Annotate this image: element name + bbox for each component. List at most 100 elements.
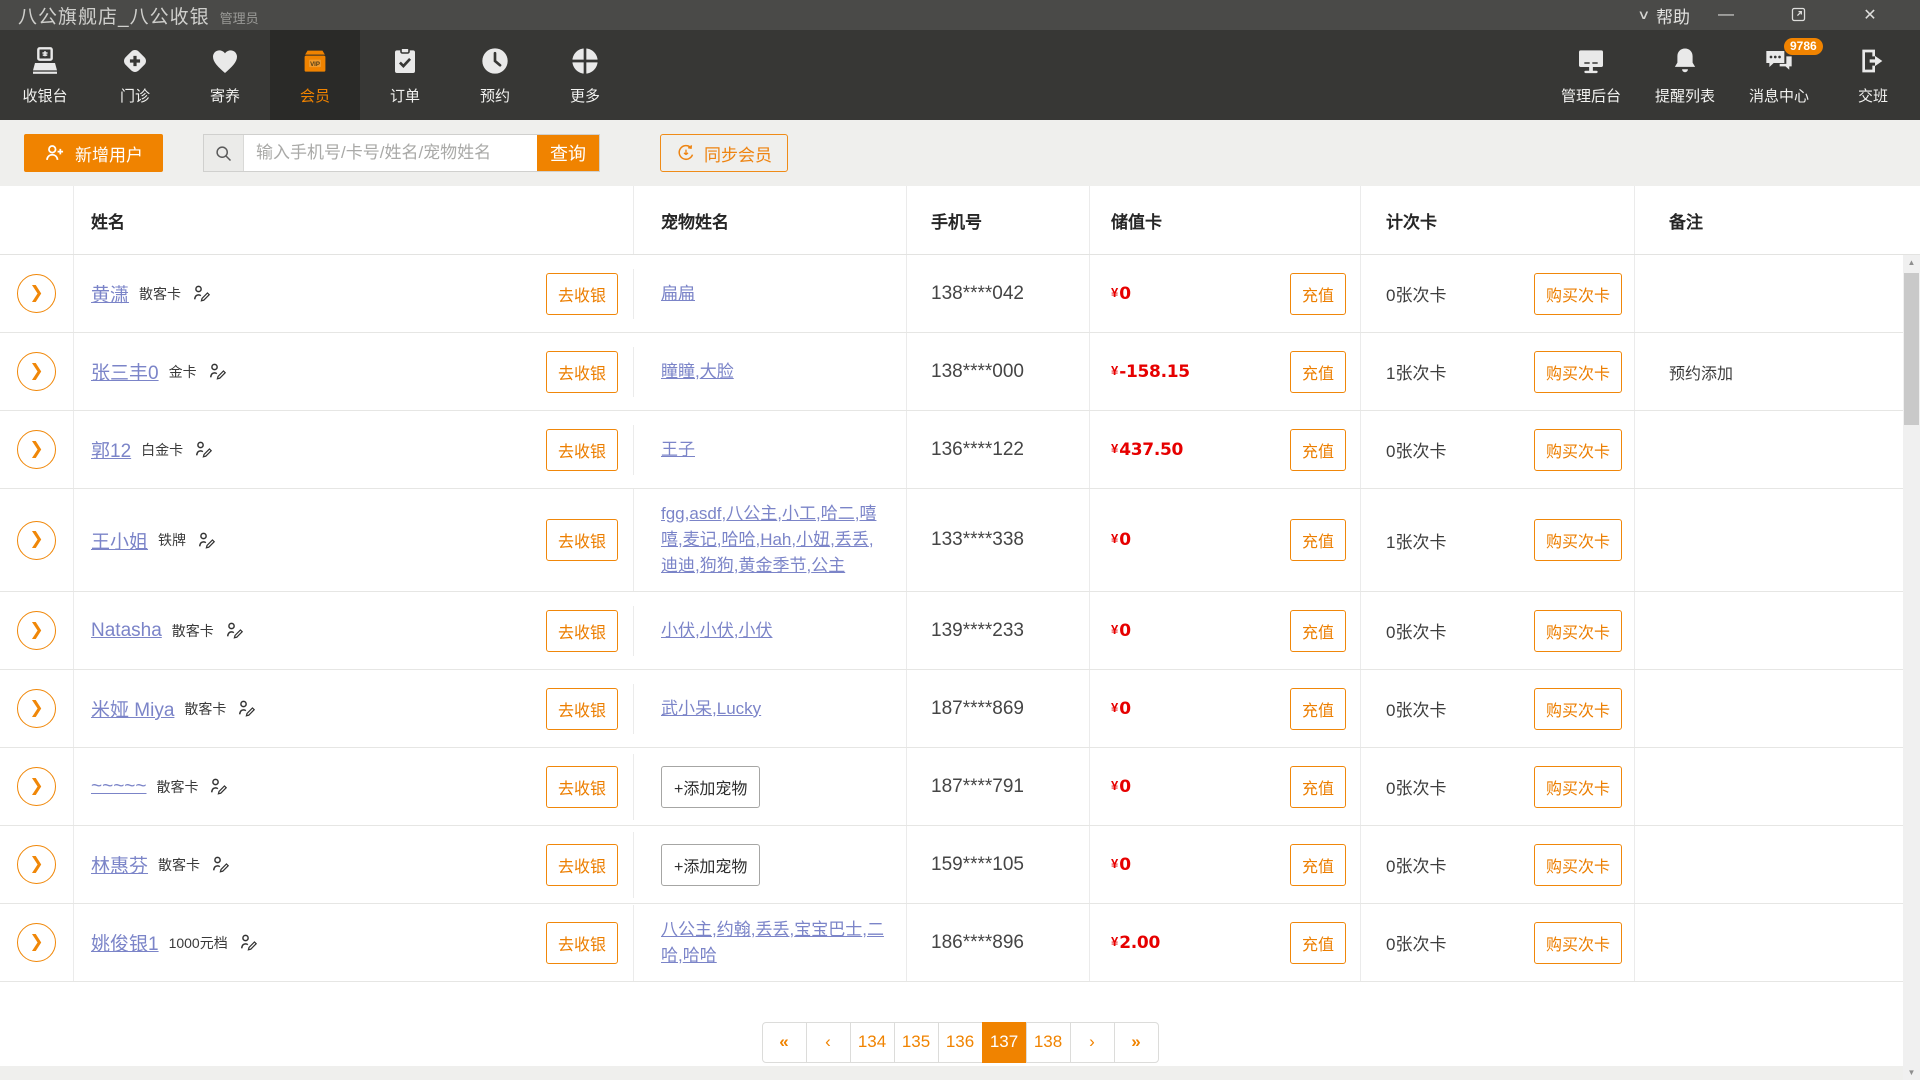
pet-link[interactable]: 王子: [661, 440, 695, 459]
recharge-button[interactable]: 充值: [1290, 766, 1346, 808]
edit-member-icon[interactable]: [238, 932, 259, 953]
nav-shift-change[interactable]: 交班: [1826, 30, 1920, 120]
pet-link[interactable]: 小伏: [661, 621, 695, 640]
help-menu[interactable]: ∨ 帮助: [1639, 3, 1690, 28]
nav-tab-boarding[interactable]: 寄养: [180, 30, 270, 120]
edit-member-icon[interactable]: [193, 439, 214, 460]
pet-link[interactable]: 哈二: [821, 504, 855, 523]
page-button[interactable]: 135: [894, 1022, 939, 1063]
nav-tab-appointments[interactable]: 预约: [450, 30, 540, 120]
edit-member-icon[interactable]: [191, 283, 212, 304]
scroll-up-icon[interactable]: ▲: [1903, 258, 1920, 267]
scrollbar-thumb[interactable]: [1904, 273, 1919, 425]
pet-link[interactable]: 武小呆: [661, 699, 712, 718]
recharge-button[interactable]: 充值: [1290, 351, 1346, 393]
pet-link[interactable]: 宝宝巴士: [794, 920, 862, 939]
member-name-link[interactable]: 张三丰0: [91, 358, 159, 385]
minimize-button[interactable]: —: [1690, 6, 1762, 24]
pet-link[interactable]: 黄金季节: [738, 556, 806, 575]
expand-row-button[interactable]: ❯: [17, 611, 56, 650]
checkout-button[interactable]: 去收银: [546, 922, 618, 964]
expand-row-button[interactable]: ❯: [17, 521, 56, 560]
buy-times-card-button[interactable]: 购买次卡: [1534, 688, 1622, 730]
checkout-button[interactable]: 去收银: [546, 273, 618, 315]
expand-row-button[interactable]: ❯: [17, 689, 56, 728]
buy-times-card-button[interactable]: 购买次卡: [1534, 766, 1622, 808]
pet-link[interactable]: 约翰: [717, 920, 751, 939]
pet-link[interactable]: 八公主: [726, 504, 777, 523]
last-page-button[interactable]: »: [1114, 1022, 1159, 1063]
pet-link[interactable]: 小妞: [796, 530, 830, 549]
checkout-button[interactable]: 去收银: [546, 688, 618, 730]
pet-link[interactable]: 丢丢: [835, 530, 869, 549]
add-user-button[interactable]: 新增用户: [24, 134, 163, 172]
search-input[interactable]: [244, 135, 537, 171]
checkout-button[interactable]: 去收银: [546, 351, 618, 393]
pet-link[interactable]: 公主: [811, 556, 845, 575]
pet-link[interactable]: fgg: [661, 504, 685, 523]
pet-link[interactable]: 小伏: [738, 621, 772, 640]
expand-row-button[interactable]: ❯: [17, 430, 56, 469]
edit-member-icon[interactable]: [210, 854, 231, 875]
recharge-button[interactable]: 充值: [1290, 844, 1346, 886]
page-button[interactable]: 138: [1026, 1022, 1071, 1063]
nav-reminder-list[interactable]: 提醒列表: [1638, 30, 1732, 120]
member-name-link[interactable]: 郭12: [91, 436, 131, 463]
close-button[interactable]: ✕: [1834, 5, 1906, 25]
expand-row-button[interactable]: ❯: [17, 845, 56, 884]
checkout-button[interactable]: 去收银: [546, 766, 618, 808]
expand-row-button[interactable]: ❯: [17, 767, 56, 806]
scroll-down-icon[interactable]: ▼: [1903, 1068, 1920, 1077]
edit-member-icon[interactable]: [196, 530, 217, 551]
recharge-button[interactable]: 充值: [1290, 610, 1346, 652]
expand-row-button[interactable]: ❯: [17, 274, 56, 313]
member-name-link[interactable]: Natasha: [91, 620, 162, 642]
buy-times-card-button[interactable]: 购买次卡: [1534, 922, 1622, 964]
recharge-button[interactable]: 充值: [1290, 429, 1346, 471]
sync-members-button[interactable]: 同步会员: [660, 134, 788, 172]
add-pet-button[interactable]: +添加宠物: [661, 844, 760, 886]
expand-row-button[interactable]: ❯: [17, 923, 56, 962]
maximize-button[interactable]: [1762, 6, 1834, 24]
expand-row-button[interactable]: ❯: [17, 352, 56, 391]
recharge-button[interactable]: 充值: [1290, 273, 1346, 315]
nav-tab-clinic[interactable]: 门诊: [90, 30, 180, 120]
checkout-button[interactable]: 去收银: [546, 610, 618, 652]
checkout-button[interactable]: 去收银: [546, 429, 618, 471]
vertical-scrollbar[interactable]: ▲ ▼: [1903, 255, 1920, 1080]
recharge-button[interactable]: 充值: [1290, 688, 1346, 730]
buy-times-card-button[interactable]: 购买次卡: [1534, 844, 1622, 886]
pet-link[interactable]: 八公主: [661, 920, 712, 939]
member-name-link[interactable]: 王小姐: [91, 527, 148, 554]
query-button[interactable]: 查询: [537, 135, 599, 171]
pet-link[interactable]: 丢丢: [755, 920, 789, 939]
pet-link[interactable]: 小伏: [700, 621, 734, 640]
nav-tab-more[interactable]: 更多: [540, 30, 630, 120]
edit-member-icon[interactable]: [208, 776, 229, 797]
pet-link[interactable]: 哈哈: [721, 530, 755, 549]
page-button[interactable]: 134: [850, 1022, 895, 1063]
next-page-button[interactable]: ›: [1070, 1022, 1115, 1063]
nav-message-center[interactable]: 9786 消息中心: [1732, 30, 1826, 120]
pet-link[interactable]: 大脸: [700, 362, 734, 381]
member-name-link[interactable]: 姚俊银1: [91, 929, 159, 956]
member-name-link[interactable]: 米娅 Miya: [91, 695, 174, 722]
edit-member-icon[interactable]: [236, 698, 257, 719]
pet-link[interactable]: 麦记: [683, 530, 717, 549]
add-pet-button[interactable]: +添加宠物: [661, 766, 760, 808]
page-button[interactable]: 137: [982, 1022, 1027, 1063]
buy-times-card-button[interactable]: 购买次卡: [1534, 273, 1622, 315]
recharge-button[interactable]: 充值: [1290, 519, 1346, 561]
recharge-button[interactable]: 充值: [1290, 922, 1346, 964]
member-name-link[interactable]: 黄潇: [91, 280, 129, 307]
edit-member-icon[interactable]: [224, 620, 245, 641]
pet-link[interactable]: 狗狗: [700, 556, 734, 575]
pet-link[interactable]: asdf: [689, 504, 721, 523]
page-button[interactable]: 136: [938, 1022, 983, 1063]
pet-link[interactable]: Lucky: [717, 699, 761, 718]
pet-link[interactable]: 迪迪: [661, 556, 695, 575]
nav-admin-backend[interactable]: 管理后台: [1544, 30, 1638, 120]
prev-page-button[interactable]: ‹: [806, 1022, 851, 1063]
nav-tab-members[interactable]: VIP 会员: [270, 30, 360, 120]
pet-link[interactable]: 扁扁: [661, 284, 695, 303]
